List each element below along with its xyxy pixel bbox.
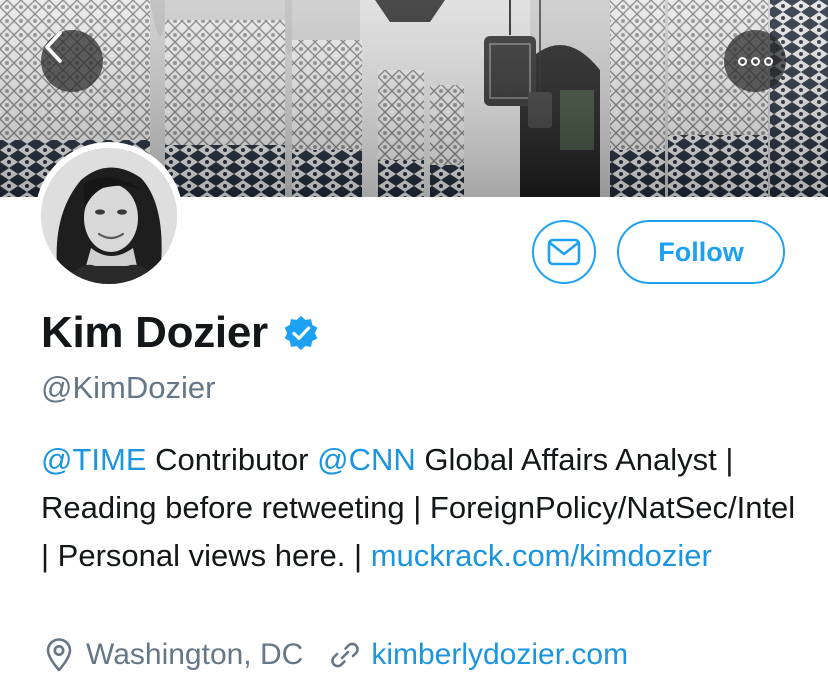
more-options-button[interactable]: [724, 30, 786, 92]
profile-name-row: Kim Dozier: [41, 308, 320, 358]
profile-location: Washington, DC: [86, 638, 304, 671]
bio-text: Contributor: [146, 442, 318, 477]
verified-badge-icon: [284, 315, 318, 351]
profile-bio: @TIME Contributor @CNN Global Affairs An…: [41, 436, 801, 580]
back-button[interactable]: [41, 30, 103, 92]
envelope-icon: [547, 238, 581, 266]
message-button[interactable]: [532, 220, 596, 284]
avatar-photo: [41, 148, 177, 284]
profile-avatar[interactable]: [35, 142, 183, 290]
link-icon: [331, 642, 360, 668]
bio-mention-time[interactable]: @TIME: [41, 442, 147, 477]
bio-mention-cnn[interactable]: @CNN: [317, 442, 416, 477]
bio-link[interactable]: muckrack.com/kimdozier: [371, 538, 712, 573]
profile-handle: @KimDozier: [41, 370, 216, 405]
more-dots-icon: [737, 56, 773, 66]
follow-button[interactable]: Follow: [617, 220, 785, 284]
profile-meta: Washington, DC kimberlydozier.com: [44, 638, 628, 672]
chevron-left-icon: [45, 31, 62, 63]
display-name: Kim Dozier: [41, 308, 268, 357]
location-pin-icon: [46, 638, 72, 672]
profile-website-link[interactable]: kimberlydozier.com: [371, 638, 628, 672]
